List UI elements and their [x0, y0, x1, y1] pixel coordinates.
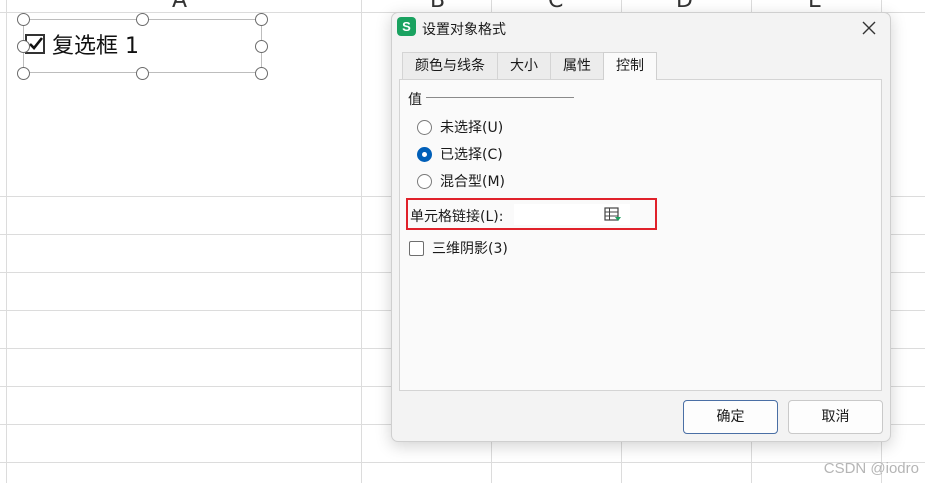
- wps-spreadsheet-icon: S: [397, 17, 416, 36]
- close-button[interactable]: [858, 17, 880, 39]
- radio-checked-option[interactable]: 已选择(C): [417, 144, 503, 164]
- 3d-shading-label: 三维阴影(3): [432, 241, 508, 257]
- resize-handle-top-right[interactable]: [255, 13, 268, 26]
- resize-handle-top-left[interactable]: [17, 13, 30, 26]
- column-header-a: A: [172, 0, 188, 13]
- grid-line: [0, 462, 925, 463]
- cell-link-label: 单元格链接(L):: [410, 209, 504, 225]
- radio-button[interactable]: [417, 119, 432, 135]
- watermark: CSDN @iodro: [823, 460, 919, 477]
- tab-control[interactable]: 控制: [603, 52, 657, 80]
- checkmark-icon: [29, 37, 44, 50]
- resize-handle-bottom-right[interactable]: [255, 67, 268, 80]
- radio-mixed-option[interactable]: 混合型(M): [417, 171, 505, 191]
- column-header-d: D: [676, 0, 693, 13]
- radio-label: 已选择(C): [440, 147, 503, 163]
- column-header-e: E: [808, 0, 822, 13]
- dialog-title: 设置对象格式: [422, 22, 506, 38]
- value-group-title: 值: [408, 92, 422, 108]
- form-control-label: 复选框 1: [52, 34, 139, 59]
- resize-handle-right[interactable]: [255, 40, 268, 53]
- control-tab-panel: 值 未选择(U) 已选择(C) 混合型(M) 单元格链接(L): 三维阴影(3): [399, 79, 882, 391]
- tab-properties[interactable]: 属性: [550, 52, 604, 80]
- tab-bar: 颜色与线条 大小 属性 控制: [402, 52, 657, 80]
- 3d-shading-option[interactable]: 三维阴影(3): [409, 238, 508, 258]
- dialog-titlebar[interactable]: S 设置对象格式: [392, 13, 890, 45]
- radio-label: 未选择(U): [440, 120, 504, 136]
- radio-unchecked-option[interactable]: 未选择(U): [417, 117, 503, 137]
- radio-button-selected[interactable]: [417, 146, 432, 162]
- radio-label: 混合型(M): [440, 174, 506, 190]
- resize-handle-top[interactable]: [136, 13, 149, 26]
- column-header-c: C: [548, 0, 564, 13]
- radio-button[interactable]: [417, 173, 432, 189]
- tab-colors-and-lines[interactable]: 颜色与线条: [402, 52, 498, 80]
- range-picker-icon[interactable]: [604, 207, 622, 223]
- resize-handle-bottom-left[interactable]: [17, 67, 30, 80]
- cell-link-highlight: 单元格链接(L):: [406, 198, 657, 230]
- close-icon: [862, 21, 876, 35]
- cancel-button[interactable]: 取消: [788, 400, 883, 434]
- grid-line: [361, 0, 362, 483]
- tab-size[interactable]: 大小: [497, 52, 551, 80]
- resize-handle-left[interactable]: [17, 40, 30, 53]
- grid-line: [6, 0, 7, 483]
- column-header-b: B: [430, 0, 446, 13]
- ok-button[interactable]: 确定: [683, 400, 778, 434]
- group-divider: [426, 97, 574, 98]
- 3d-shading-checkbox[interactable]: [409, 240, 424, 256]
- resize-handle-bottom[interactable]: [136, 67, 149, 80]
- format-object-dialog: S 设置对象格式 颜色与线条 大小 属性 控制 值 未选择(U) 已选择(C) …: [391, 12, 891, 442]
